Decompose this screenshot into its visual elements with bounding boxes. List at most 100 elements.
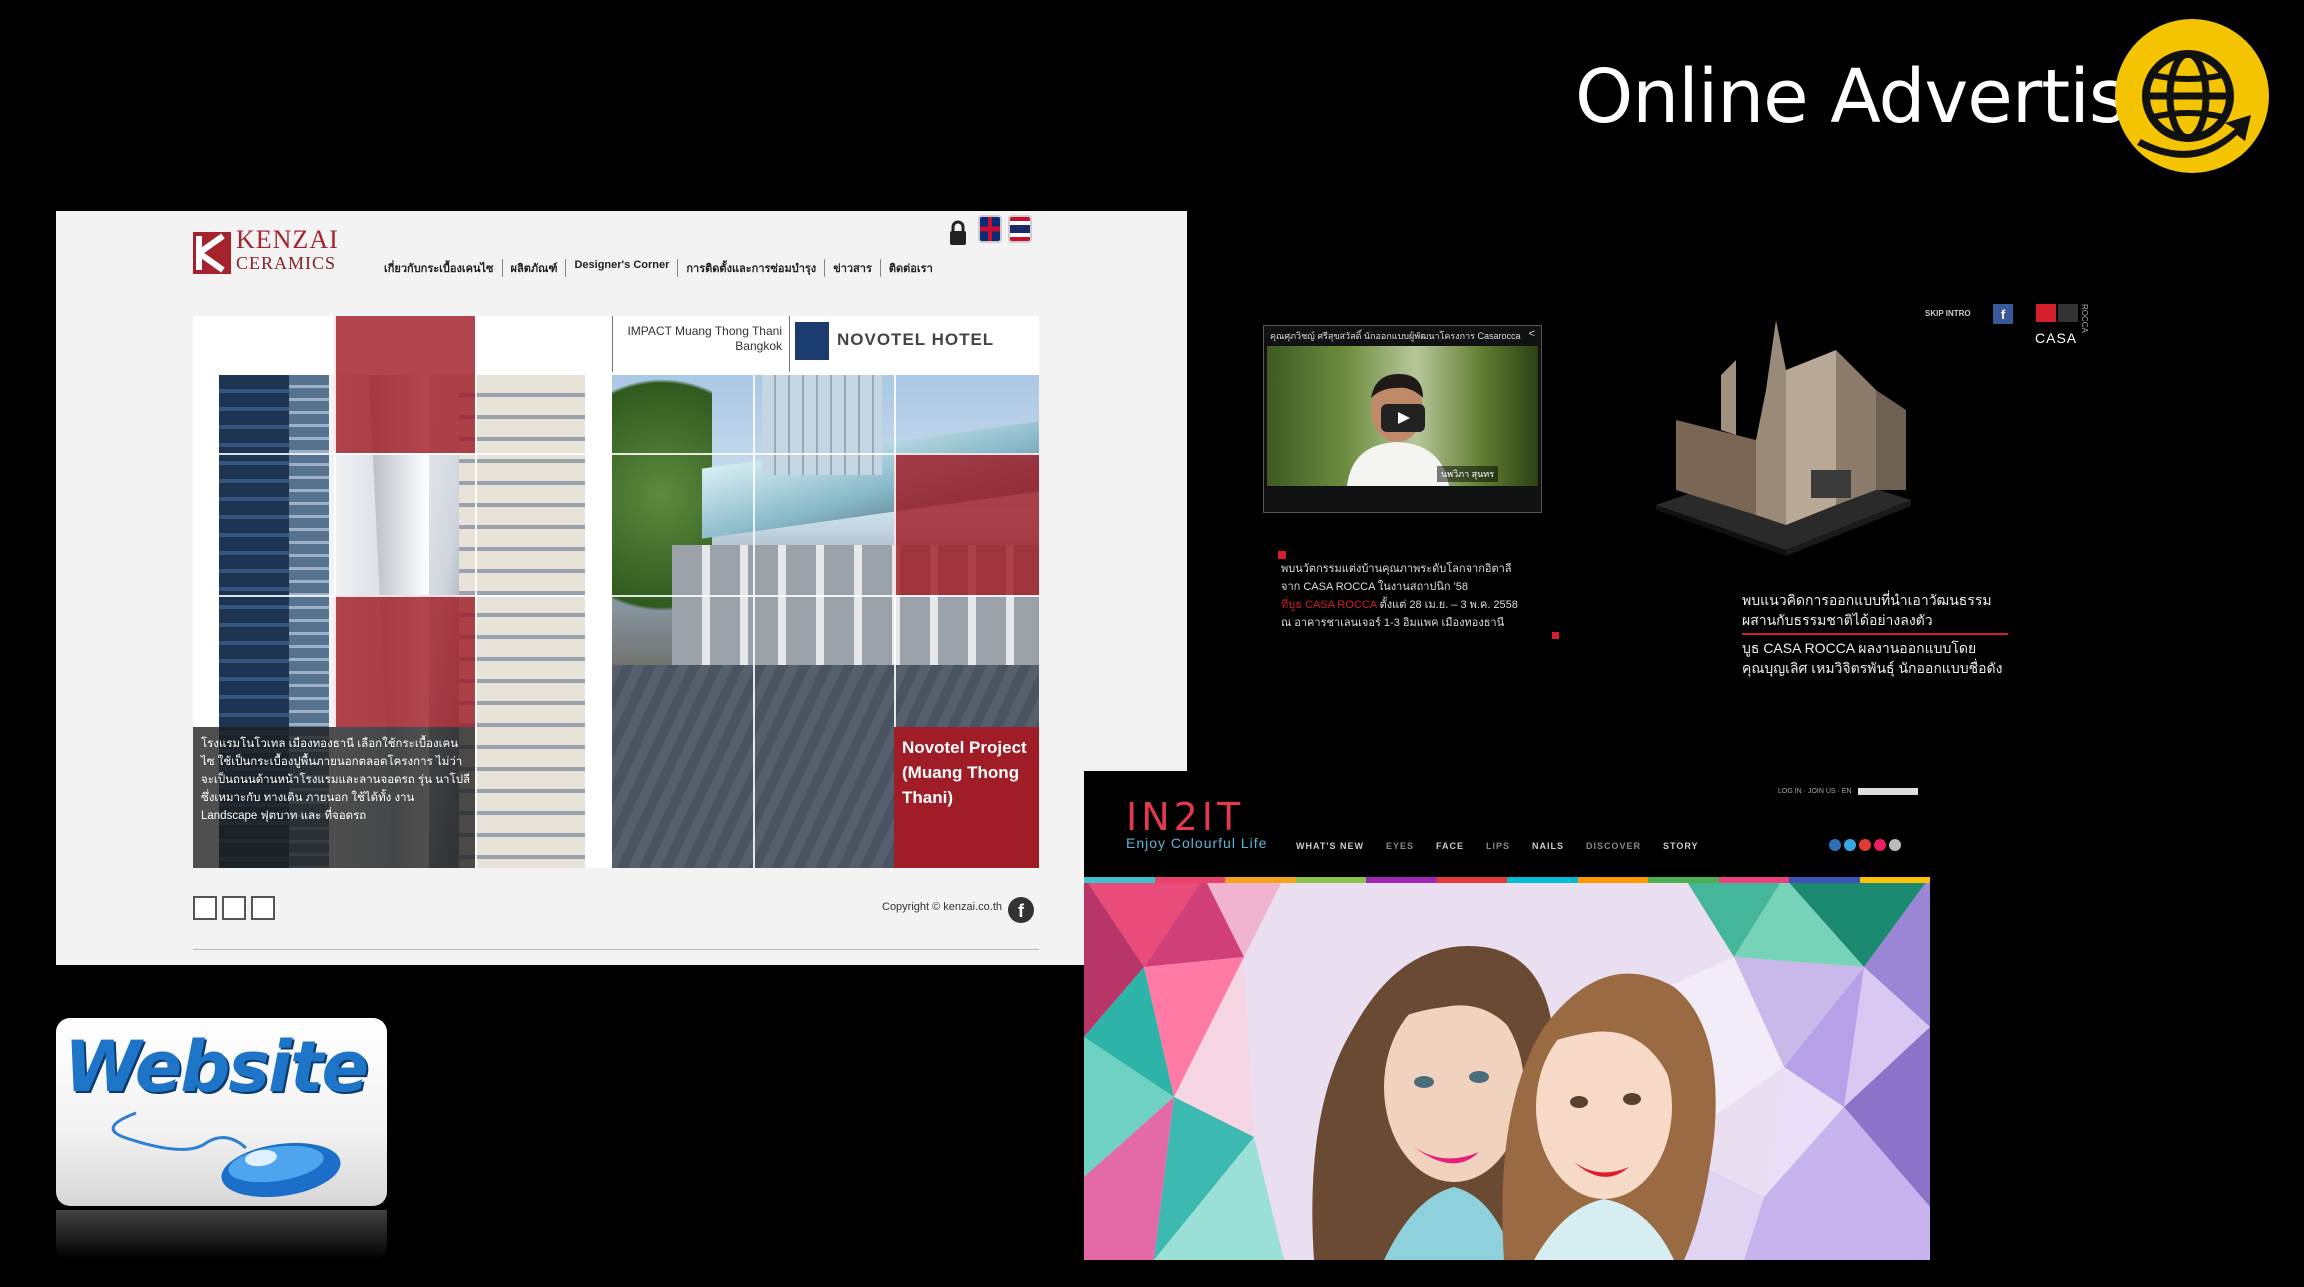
nav-item-installation[interactable]: การติดตั้งและการซ่อมบำรุง	[678, 259, 826, 277]
nav-item-face[interactable]: FACE	[1436, 841, 1464, 851]
website-badge: Website	[56, 1018, 387, 1206]
nav-item-discover[interactable]: DISCOVER	[1586, 841, 1641, 851]
account-links[interactable]: LOG IN · JOIN US · EN	[1778, 788, 1852, 795]
hero-image	[1084, 877, 1930, 1260]
nav-item-contact[interactable]: ติดต่อเรา	[881, 259, 941, 277]
novotel-logo	[795, 322, 829, 360]
stripe-segment	[1507, 877, 1578, 883]
nav-item-products[interactable]: ผลิตภัณฑ์	[503, 259, 567, 277]
kenzai-logo-mark	[193, 232, 231, 274]
stripe-segment	[1789, 877, 1860, 883]
nav-item-news[interactable]: ข่าวสาร	[825, 259, 881, 277]
project-label-box[interactable]: Novotel Project (Muang Thong Thani)	[894, 727, 1039, 868]
video-title: คุณศุภวิชญ์ ศรีสุขสวัสดิ์ นักออกแบบผู้พั…	[1270, 331, 1521, 341]
in2it-website-screenshot: IN2IT Enjoy Colourful Life LOG IN · JOIN…	[1084, 771, 1930, 1260]
stripe-segment	[1154, 877, 1225, 883]
stripe-segment	[1577, 877, 1648, 883]
event-text: พบนวัตกรรมแต่งบ้านคุณภาพระดับโลกจากอิตาล…	[1281, 560, 1561, 632]
project-label: Novotel Project (Muang Thong Thani)	[902, 738, 1027, 807]
facebook-icon[interactable]: f	[1993, 304, 2013, 324]
nav-item-story[interactable]: STORY	[1663, 841, 1699, 851]
grid-line	[193, 453, 1039, 455]
stripe-segment	[1718, 877, 1789, 883]
stripe-segment	[1084, 877, 1155, 883]
kenzai-logo-text: KENZAI	[236, 225, 339, 254]
red-marker	[1278, 551, 1286, 559]
booth-render-image	[1656, 320, 1911, 556]
lock-icon[interactable]	[948, 220, 968, 246]
video-player[interactable]: คุณศุภวิชญ์ ศรีสุขสวัสดิ์ นักออกแบบผู้พั…	[1263, 325, 1542, 513]
impact-label: IMPACT Muang Thong Thani Bangkok	[627, 324, 782, 353]
share-icon[interactable]	[251, 896, 275, 920]
nav-item-whats-new[interactable]: WHAT'S NEW	[1296, 841, 1364, 851]
hotel-name: NOVOTEL HOTEL	[837, 330, 995, 349]
nav-item-about[interactable]: เกี่ยวกับกระเบื้องเคนไซ	[376, 259, 503, 277]
red-tile	[334, 595, 475, 727]
event-text-highlight: ที่บูธ CASA ROCCA	[1281, 599, 1377, 611]
divider	[612, 316, 613, 372]
stripe-segment	[1436, 877, 1507, 883]
booth-headline: พบแนวคิดการออกแบบที่นำเอาวัฒนธรรม ผสานกั…	[1742, 590, 2042, 630]
event-text-line: จาก CASA ROCCA ในงานสถาปนิก '58	[1281, 581, 1468, 593]
in2it-logo[interactable]: IN2IT	[1126, 795, 1244, 839]
skip-intro-link[interactable]: SKIP INTRO	[1925, 309, 1971, 318]
uk-flag-icon[interactable]	[978, 215, 1002, 243]
booth-headline-line: พบแนวคิดการออกแบบที่นำเอาวัฒนธรรม	[1742, 592, 1992, 608]
instagram-icon[interactable]	[1874, 839, 1886, 851]
share-icon[interactable]: <	[1529, 328, 1535, 340]
monitor-icon[interactable]	[193, 896, 217, 920]
in2it-tagline: Enjoy Colourful Life	[1126, 835, 1268, 851]
booth-subtext-line: คุณบุญเลิศ เหมวิจิตรพันธุ์ นักออกแบบชื่อ…	[1742, 660, 2003, 676]
play-button[interactable]	[1381, 404, 1425, 432]
email-icon[interactable]	[1889, 839, 1901, 851]
booth-subtext-line: บูธ CASA ROCCA ผลงานออกแบบโดย	[1742, 640, 1977, 656]
nav-item-nails[interactable]: NAILS	[1532, 841, 1564, 851]
badge-reflection	[56, 1210, 387, 1260]
casa-rocca-logo-red	[2036, 304, 2056, 322]
stripe-segment	[1225, 877, 1296, 883]
event-text-line: ที่บูธ CASA ROCCA ตั้งแต่ 28 เม.ย. – 3 พ…	[1281, 596, 1561, 614]
chat-icon[interactable]	[222, 896, 246, 920]
event-text-date: ตั้งแต่ 28 เม.ย. – 3 พ.ค. 2558	[1376, 599, 1518, 611]
nav-item-eyes[interactable]: EYES	[1386, 841, 1414, 851]
thai-flag-icon[interactable]	[1008, 215, 1032, 243]
computer-mouse-icon	[111, 1111, 341, 1198]
grid-line	[753, 316, 755, 868]
kenzai-main-nav: เกี่ยวกับกระเบื้องเคนไซ ผลิตภัณฑ์ Design…	[376, 259, 941, 277]
video-frame[interactable]: นพวิภา สุนทร	[1267, 346, 1538, 486]
casa-rocca-logo-vertical: ROCCA	[2080, 304, 2089, 333]
facebook-icon[interactable]	[1829, 839, 1841, 851]
red-divider	[1742, 633, 2008, 635]
globe-arrow-icon	[2115, 19, 2269, 173]
color-stripe	[1084, 877, 1930, 883]
event-text-line: ณ อาคารชาเลนเจอร์ 1-3 อิมแพค เมืองทองธาน…	[1281, 617, 1505, 629]
presenter-name-tag: นพวิภา สุนทร	[1437, 466, 1499, 482]
facebook-icon[interactable]: f	[1008, 897, 1034, 923]
booth-subtext: บูธ CASA ROCCA ผลงานออกแบบโดย คุณบุญเลิศ…	[1742, 638, 2072, 678]
youtube-icon[interactable]	[1859, 839, 1871, 851]
project-description: โรงแรมโนโวเทล เมืองทองธานี เลือกใช้กระเบ…	[201, 738, 471, 822]
search-input[interactable]	[1858, 788, 1918, 795]
in2it-main-nav: WHAT'S NEW EYES FACE LIPS NAILS DISCOVER…	[1296, 841, 1699, 851]
kenzai-hero-grid: IMPACT Muang Thong Thani Bangkok NOVOTEL…	[193, 316, 1039, 868]
in2it-hero-banner[interactable]	[1084, 877, 1930, 1260]
grid-line	[193, 595, 1039, 597]
twitter-icon[interactable]	[1844, 839, 1856, 851]
nav-item-designers-corner[interactable]: Designer's Corner	[566, 259, 679, 277]
stripe-segment	[1295, 877, 1366, 883]
stripe-segment	[1648, 877, 1719, 883]
copyright-text: Copyright © kenzai.co.th	[882, 901, 1002, 913]
casa-rocca-logo-text: CASA	[2035, 330, 2078, 346]
stripe-segment	[1859, 877, 1930, 883]
booth-headline-line: ผสานกับธรรมชาติได้อย่างลงตัว	[1742, 612, 1933, 628]
hotel-header: IMPACT Muang Thong Thani Bangkok NOVOTEL…	[612, 316, 1039, 372]
casa-rocca-logo-dark	[2058, 304, 2078, 322]
nav-item-lips[interactable]: LIPS	[1486, 841, 1510, 851]
red-tile	[894, 453, 1039, 595]
divider	[789, 316, 790, 372]
red-tile	[334, 316, 475, 453]
kenzai-website-screenshot: KENZAI CERAMICS เกี่ยวกับกระเบื้องเคนไซ …	[56, 211, 1187, 965]
footer-divider	[193, 949, 1039, 950]
kenzai-logo-subtext: CERAMICS	[236, 253, 337, 273]
social-icons	[1829, 839, 1901, 851]
